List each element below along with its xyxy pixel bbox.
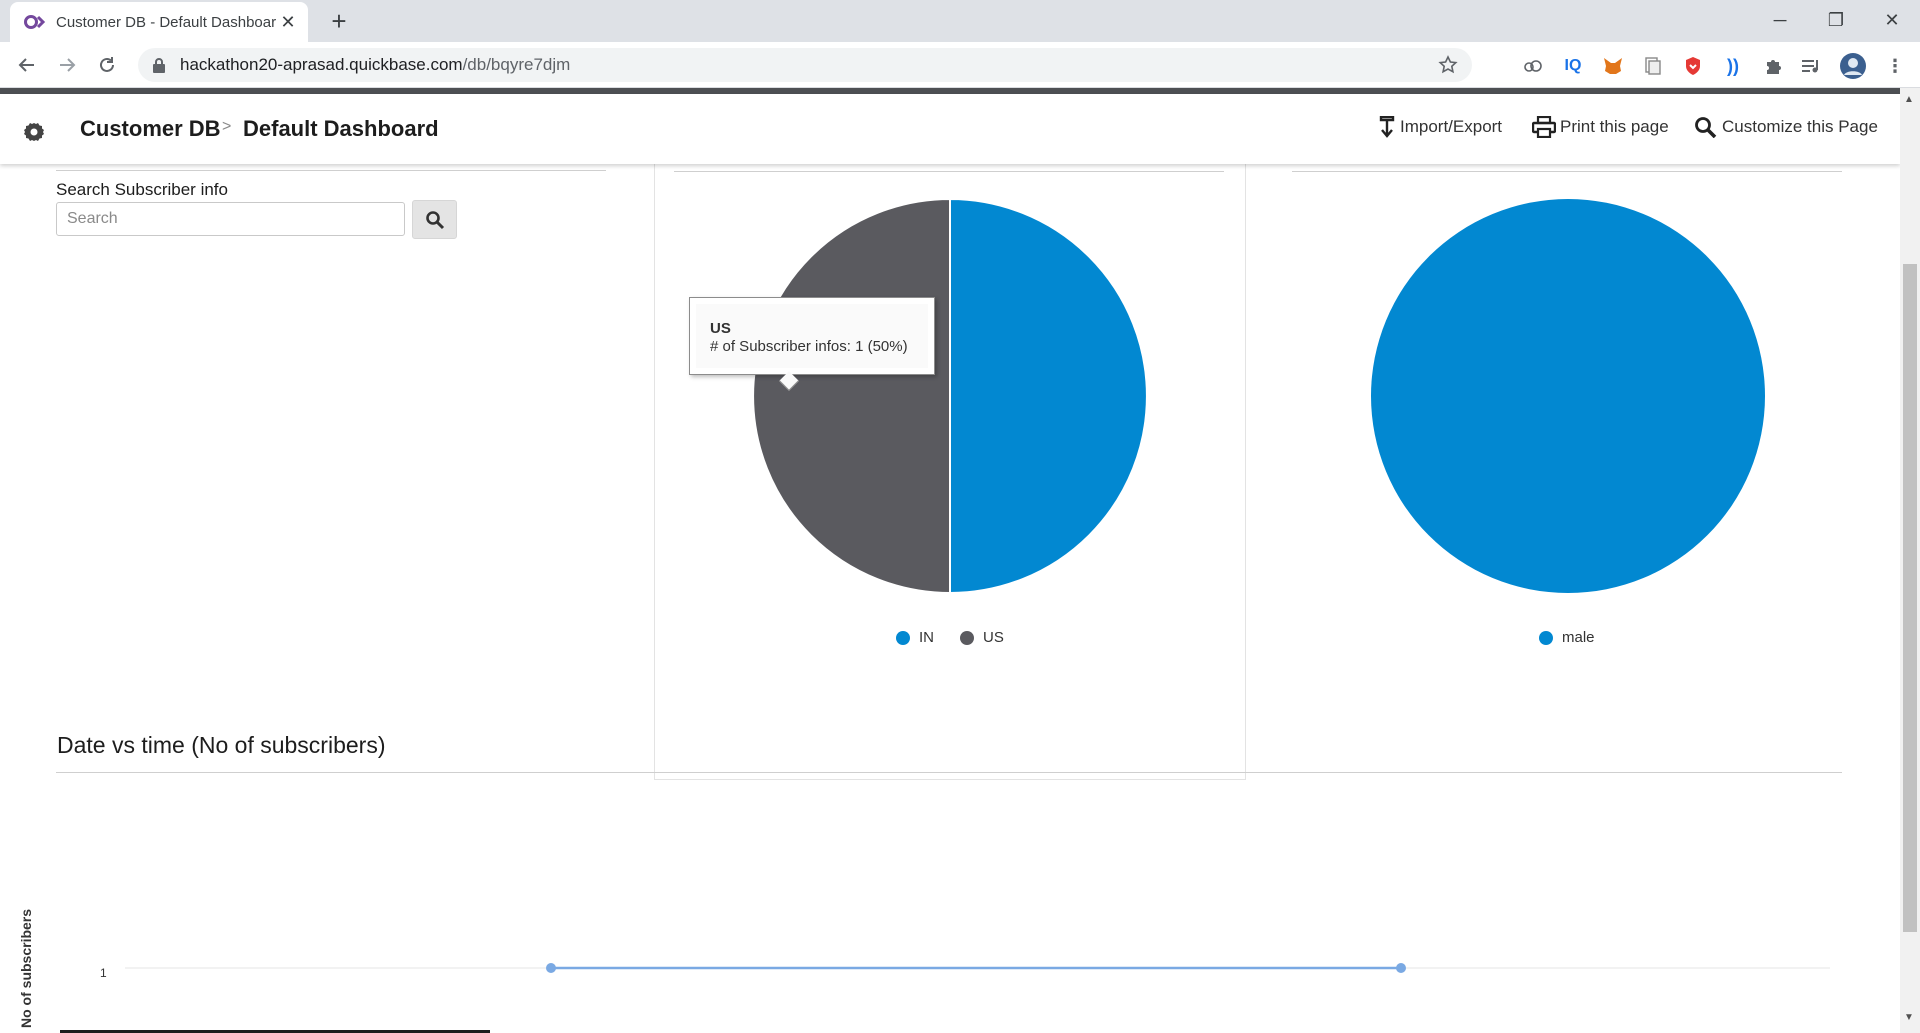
gender-legend: male <box>1539 629 1621 646</box>
extension-iq-icon[interactable]: IQ <box>1560 54 1586 78</box>
import-export-label: Import/Export <box>1400 117 1503 136</box>
print-button[interactable]: Print this page <box>1532 116 1669 138</box>
legend-item[interactable]: US <box>960 629 1004 646</box>
extension-docs-icon[interactable] <box>1640 54 1666 78</box>
tab-close-icon[interactable]: ✕ <box>278 12 298 33</box>
customize-page-button[interactable]: Customize this Page <box>1694 116 1878 138</box>
tooltip-value: # of Subscriber infos: 1 (50%) <box>710 338 908 355</box>
extension-shield-icon[interactable] <box>1680 54 1706 78</box>
new-tab-icon[interactable]: + <box>324 6 354 37</box>
scroll-down-icon[interactable]: ▼ <box>1904 1012 1914 1023</box>
extensions-puzzle-icon[interactable] <box>1760 54 1786 78</box>
divider <box>674 171 1224 172</box>
import-export-button[interactable]: Import/Export <box>1378 116 1502 138</box>
legend-label: male <box>1562 629 1595 646</box>
extension-cloud-icon[interactable] <box>1520 54 1546 78</box>
scroll-up-icon[interactable]: ▲ <box>1904 94 1914 105</box>
restore-icon[interactable]: ❐ <box>1808 4 1864 36</box>
quickbase-favicon-icon <box>24 15 46 29</box>
printer-icon <box>1532 116 1556 138</box>
url-path: /db/bqyre7djm <box>462 55 571 74</box>
data-point[interactable] <box>1396 963 1406 973</box>
print-label: Print this page <box>1560 117 1669 136</box>
browser-tab-strip: Customer DB - Default Dashboar ✕ + ─ ❐ ✕ <box>0 0 1920 42</box>
pie-slice-in[interactable] <box>949 197 1148 595</box>
legend-dot-male <box>1539 630 1553 645</box>
quickbase-page: Customer DB > Default Dashboard Import/E… <box>0 88 1900 1033</box>
minimize-icon[interactable]: ─ <box>1752 4 1808 36</box>
tooltip-title: US <box>710 320 731 337</box>
scrollbar-thumb[interactable] <box>1903 264 1917 932</box>
page-title: Default Dashboard <box>243 116 439 141</box>
legend-dot-in <box>896 630 910 645</box>
legend-label: US <box>983 629 1004 646</box>
page-header: Customer DB > Default Dashboard Import/E… <box>0 94 1900 164</box>
tab-title: Customer DB - Default Dashboar <box>56 13 277 31</box>
legend-dot-us <box>960 630 974 645</box>
legend-item[interactable]: IN <box>896 629 934 646</box>
breadcrumb-separator-icon: > <box>222 118 232 135</box>
legend-item[interactable]: male <box>1539 629 1595 646</box>
y-axis-label: No of subscribers <box>18 908 34 1028</box>
media-queue-icon[interactable] <box>1798 54 1824 78</box>
gender-pie-chart <box>1371 199 1765 593</box>
country-pie-chart <box>752 197 1148 595</box>
browser-menu-icon[interactable]: ⋮ <box>1882 54 1908 78</box>
bookmark-star-icon[interactable] <box>1438 55 1458 75</box>
search-widget-label: Search Subscriber info <box>56 180 228 199</box>
forward-icon[interactable] <box>52 50 82 80</box>
profile-avatar[interactable] <box>1838 52 1868 80</box>
search-wrench-icon <box>1695 117 1717 138</box>
gear-icon[interactable] <box>22 120 46 144</box>
country-legend: IN US <box>896 629 1030 646</box>
breadcrumb-app[interactable]: Customer DB <box>80 116 221 142</box>
extension-signal-icon[interactable]: )) <box>1720 54 1746 78</box>
divider <box>56 170 606 171</box>
page-scrollbar[interactable]: ▲ ▼ <box>1900 88 1920 1033</box>
browser-toolbar: hackathon20-aprasad.quickbase.com/db/bqy… <box>0 42 1920 88</box>
chart-tooltip: US # of Subscriber infos: 1 (50%) <box>689 297 935 391</box>
data-point[interactable] <box>546 963 556 973</box>
url-host: hackathon20-aprasad.quickbase.com <box>180 55 463 74</box>
line-chart-title: Date vs time (No of subscribers) <box>57 732 386 758</box>
legend-label: IN <box>919 629 934 646</box>
metamask-fox-icon[interactable] <box>1600 54 1626 78</box>
divider <box>1292 171 1842 172</box>
search-button[interactable] <box>412 200 457 239</box>
reload-icon[interactable] <box>92 50 122 80</box>
lock-icon <box>153 58 165 73</box>
pie-slice-male[interactable] <box>1371 199 1765 593</box>
pie-slice-us[interactable] <box>752 197 951 595</box>
search-input[interactable] <box>56 202 405 236</box>
customize-label: Customize this Page <box>1722 117 1878 136</box>
divider <box>56 772 1842 773</box>
browser-tab[interactable]: Customer DB - Default Dashboar ✕ <box>10 2 308 42</box>
close-window-icon[interactable]: ✕ <box>1864 4 1920 36</box>
address-bar[interactable]: hackathon20-aprasad.quickbase.com/db/bqy… <box>138 48 1472 82</box>
subscribers-line-chart <box>125 963 1830 973</box>
search-icon <box>425 210 444 229</box>
y-tick-label: 1 <box>100 966 107 980</box>
back-icon[interactable] <box>12 50 42 80</box>
import-export-icon <box>1379 116 1395 138</box>
